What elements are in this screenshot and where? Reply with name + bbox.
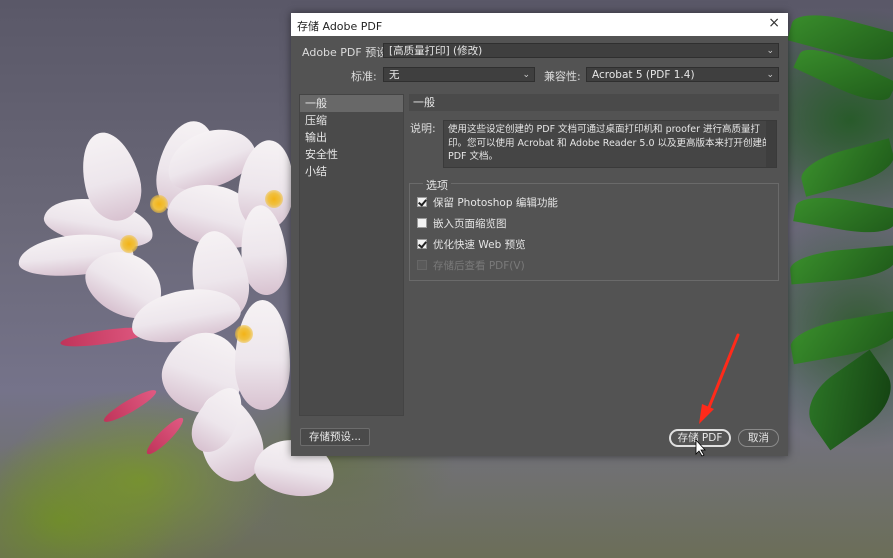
description-body: 使用这些设定创建的 PDF 文档可通过桌面打印机和 proofer 进行高质量打… (448, 124, 772, 162)
sidebar-item-compression[interactable]: 压缩 (300, 112, 403, 129)
dialog-title: 存储 Adobe PDF (297, 20, 383, 33)
options-title: 选项 (423, 177, 451, 193)
description-scrollbar[interactable] (766, 121, 776, 167)
standard-label: 标准: (351, 70, 377, 83)
preset-value: [高质量打印] (修改) (389, 45, 483, 57)
panel-title: 一般 (409, 94, 779, 111)
option-label: 存储后查看 PDF(V) (433, 259, 525, 272)
compat-value: Acrobat 5 (PDF 1.4) (592, 69, 695, 81)
chevron-down-icon: ⌄ (522, 70, 530, 80)
option-preserve-photoshop[interactable]: 保留 Photoshop 编辑功能 (417, 195, 558, 209)
compat-select[interactable]: Acrobat 5 (PDF 1.4) ⌄ (586, 67, 779, 82)
close-icon[interactable]: × (768, 15, 780, 31)
standard-value: 无 (389, 69, 400, 81)
description-text: 使用这些设定创建的 PDF 文档可通过桌面打印机和 proofer 进行高质量打… (443, 120, 777, 168)
option-view-after-save: 存储后查看 PDF(V) (417, 258, 525, 272)
save-pdf-button[interactable]: 存储 PDF (669, 429, 731, 447)
sidebar-item-security[interactable]: 安全性 (300, 146, 403, 163)
option-embed-thumbnails[interactable]: 嵌入页面缩览图 (417, 216, 507, 230)
save-preset-button[interactable]: 存储预设... (300, 428, 370, 446)
option-label: 嵌入页面缩览图 (433, 217, 507, 230)
sidebar-item-summary[interactable]: 小结 (300, 163, 403, 180)
checkbox-checked[interactable] (417, 239, 427, 249)
standard-select[interactable]: 无 ⌄ (383, 67, 535, 82)
category-sidebar: 一般 压缩 输出 安全性 小结 (299, 94, 404, 416)
option-label: 优化快速 Web 预览 (433, 238, 526, 251)
checkbox-checked[interactable] (417, 197, 427, 207)
preset-label: Adobe PDF 预设: (302, 46, 391, 59)
option-label: 保留 Photoshop 编辑功能 (433, 196, 558, 209)
option-fast-web-view[interactable]: 优化快速 Web 预览 (417, 237, 526, 251)
sidebar-item-general[interactable]: 一般 (300, 95, 403, 112)
description-label: 说明: (410, 122, 436, 135)
checkbox-disabled (417, 260, 427, 270)
chevron-down-icon: ⌄ (766, 46, 774, 56)
cancel-button[interactable]: 取消 (738, 429, 779, 447)
preset-select[interactable]: [高质量打印] (修改) ⌄ (383, 43, 779, 58)
save-pdf-dialog: 存储 Adobe PDF × Adobe PDF 预设: [高质量打印] (修改… (291, 13, 788, 456)
sidebar-item-output[interactable]: 输出 (300, 129, 403, 146)
dialog-titlebar: 存储 Adobe PDF × (291, 13, 788, 36)
checkbox-unchecked[interactable] (417, 218, 427, 228)
chevron-down-icon: ⌄ (766, 70, 774, 80)
compat-label: 兼容性: (544, 70, 581, 83)
